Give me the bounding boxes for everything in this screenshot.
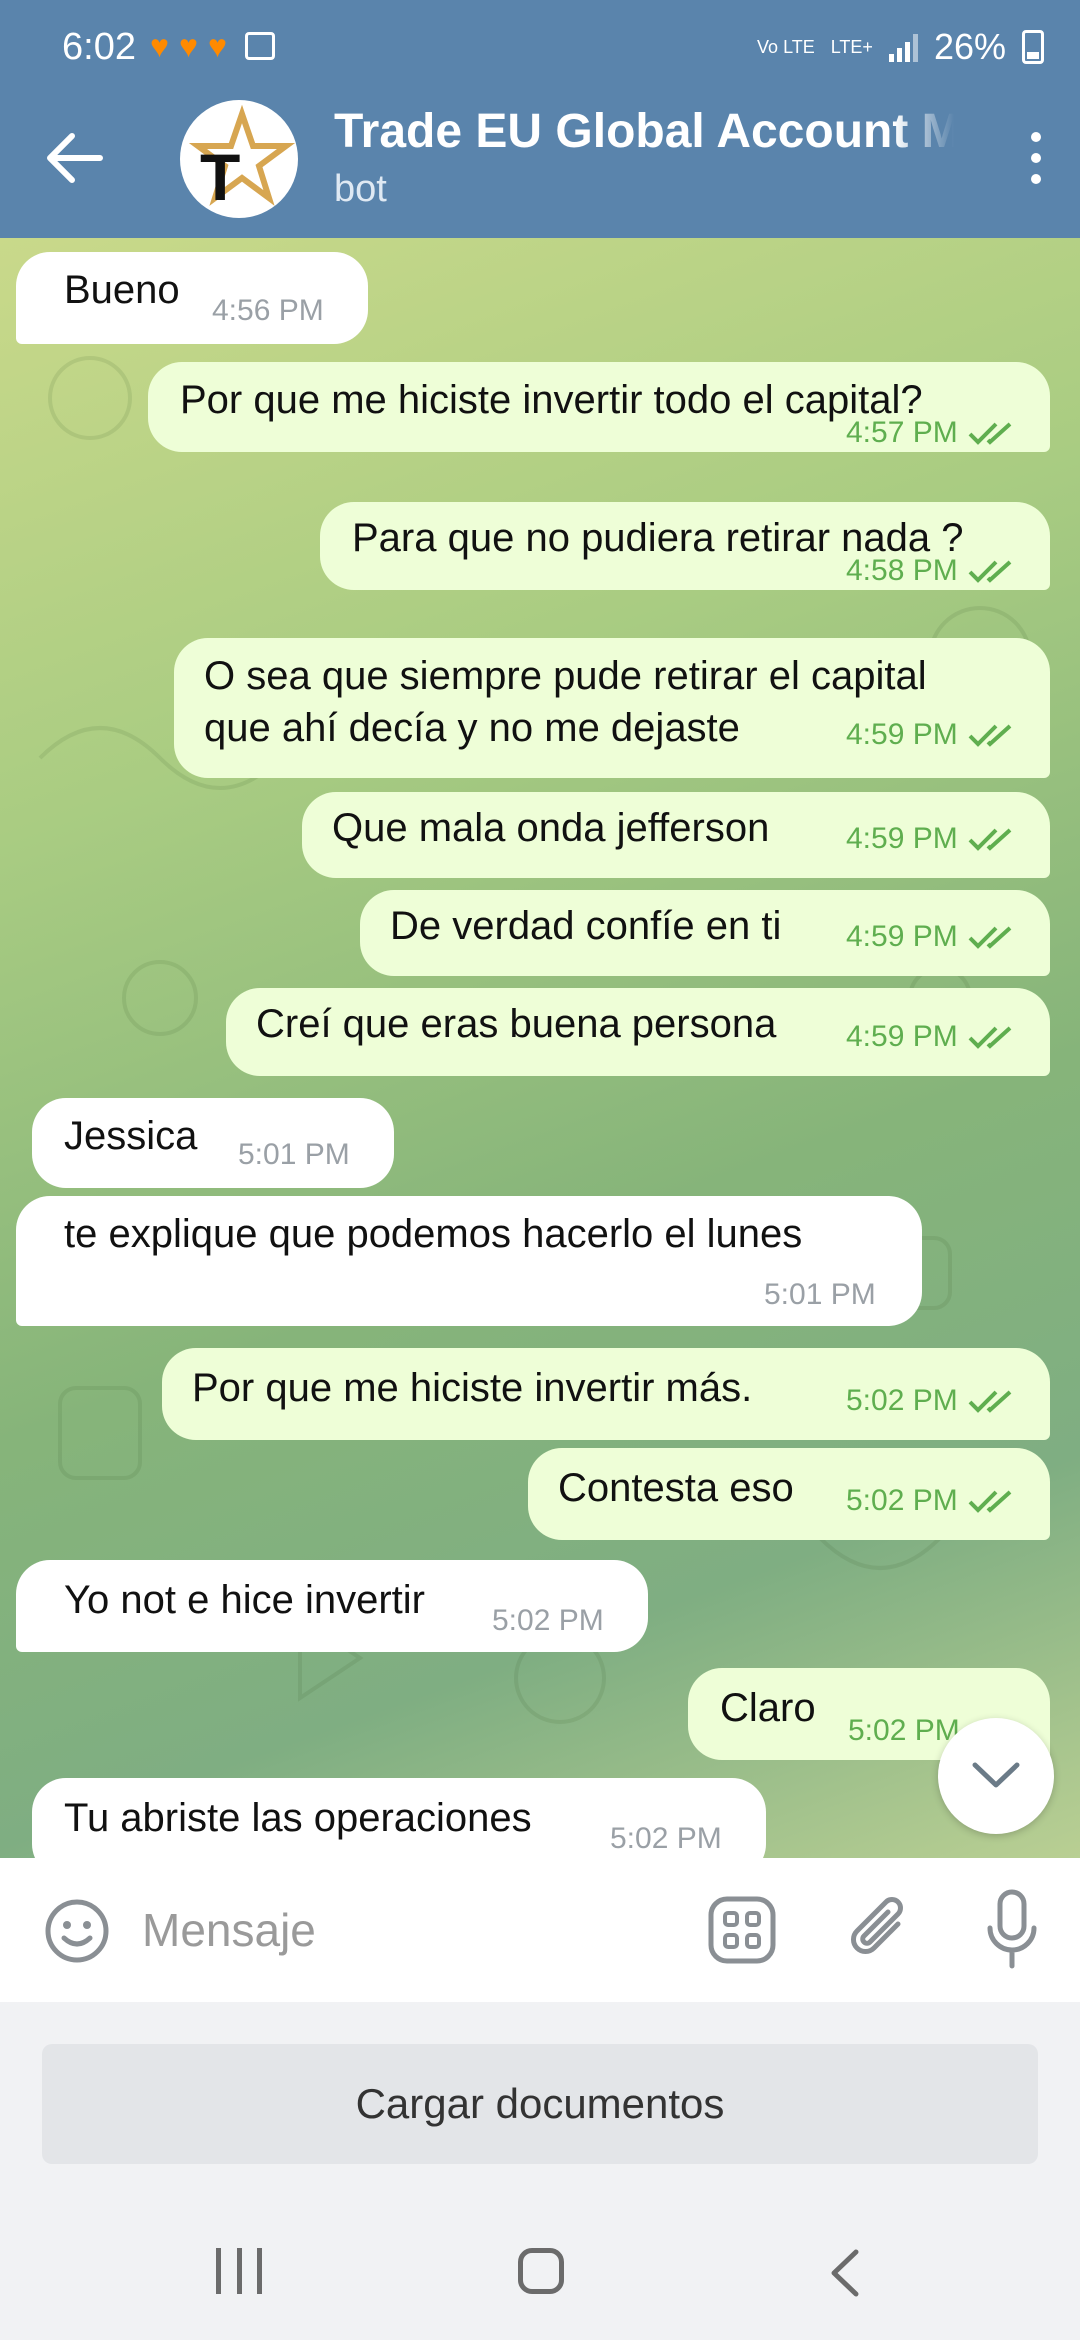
message-time: 5:01 PM [238, 1138, 350, 1171]
message-text: Por que me hiciste invertir todo el capi… [180, 378, 923, 422]
home-icon[interactable] [518, 2248, 564, 2294]
double-check-icon [968, 1490, 1012, 1513]
double-check-icon [968, 560, 1012, 583]
message-outgoing[interactable]: Creí que eras buena persona 4:59 PM [226, 988, 1050, 1076]
message-time: 4:58 PM [846, 554, 958, 587]
image-notification-icon [245, 32, 275, 60]
message-time: 4:56 PM [212, 294, 324, 327]
message-incoming[interactable]: Bueno 4:56 PM [16, 252, 368, 344]
message-outgoing[interactable]: Para que no pudiera retirar nada ? 4:58 … [320, 502, 1050, 590]
recent-apps-icon[interactable] [216, 2248, 262, 2294]
message-time: 5:02 PM [848, 1714, 960, 1747]
bot-keyboard: Cargar documentos [0, 2002, 1080, 2206]
double-check-icon [968, 1390, 1012, 1413]
message-text: Por que me hiciste invertir más. [192, 1366, 753, 1410]
message-outgoing[interactable]: O sea que siempre pude retirar el capita… [174, 638, 1050, 778]
message-text: Tu abriste las operaciones [64, 1796, 532, 1840]
bot-avatar[interactable]: T [180, 100, 298, 218]
message-time: 4:57 PM [846, 416, 958, 449]
svg-text:T: T [200, 140, 240, 214]
battery-icon [1022, 30, 1044, 64]
microphone-icon[interactable] [984, 1888, 1040, 1972]
message-text: De verdad confíe en ti [390, 904, 782, 948]
attach-icon[interactable] [846, 1894, 916, 1966]
message-time: 5:02 PM [846, 1384, 958, 1417]
message-time: 5:01 PM [764, 1278, 876, 1311]
upload-documents-button[interactable]: Cargar documentos [42, 2044, 1038, 2164]
message-composer [0, 1858, 1080, 2002]
message-time: 5:02 PM [846, 1484, 958, 1517]
message-meta: 4:59 PM [846, 718, 1018, 752]
chat-subtitle: bot [334, 168, 387, 210]
message-text-line2: que ahí decía y no me dejaste [204, 706, 740, 750]
message-meta: 5:02 PM [846, 1384, 1018, 1418]
message-text: Creí que eras buena persona [256, 1002, 777, 1046]
notification-heart-icon: ♥ [179, 28, 198, 64]
message-outgoing[interactable]: Por que me hiciste invertir más. 5:02 PM [162, 1348, 1050, 1440]
message-text: te explique que podemos hacerlo el lunes [64, 1212, 803, 1256]
double-check-icon [968, 724, 1012, 747]
chat-area[interactable]: Bueno 4:56 PM Por que me hiciste inverti… [0, 238, 1080, 1858]
message-meta: 4:59 PM [846, 822, 1018, 856]
status-bar: 6:02 ♥ ♥ ♥ Vo LTE LTE+ 26% [0, 0, 1080, 96]
message-text: Bueno [64, 268, 180, 312]
message-outgoing[interactable]: Que mala onda jefferson 4:59 PM [302, 792, 1050, 878]
message-meta: 4:59 PM [846, 920, 1018, 954]
message-text: Jessica [64, 1114, 198, 1158]
notification-heart-icon: ♥ [208, 28, 227, 64]
app-header: 6:02 ♥ ♥ ♥ Vo LTE LTE+ 26% T Trade EU Gl… [0, 0, 1080, 238]
system-navigation-bar [0, 2206, 1080, 2340]
status-time: 6:02 [62, 26, 136, 68]
chevron-down-icon [972, 1762, 1020, 1788]
double-check-icon [968, 926, 1012, 949]
volte-label: Vo LTE [757, 37, 815, 57]
message-input[interactable] [142, 1888, 662, 1972]
message-incoming[interactable]: Jessica 5:01 PM [32, 1098, 394, 1188]
message-outgoing[interactable]: Contesta eso 5:02 PM [528, 1448, 1050, 1540]
trade-logo-icon: T [188, 104, 296, 214]
message-text: Contesta eso [558, 1466, 794, 1510]
double-check-icon [968, 422, 1012, 445]
message-time: 5:02 PM [610, 1822, 722, 1855]
signal-icon [888, 32, 918, 62]
nav-back-icon[interactable] [826, 2248, 862, 2298]
back-arrow-icon[interactable] [44, 132, 104, 184]
message-text: Que mala onda jefferson [332, 806, 770, 850]
more-options-icon[interactable] [1022, 132, 1050, 184]
message-time: 4:59 PM [846, 1020, 958, 1053]
message-time: 4:59 PM [846, 822, 958, 855]
battery-percent: 26% [933, 26, 1006, 67]
message-time: 4:59 PM [846, 920, 958, 953]
status-right: Vo LTE LTE+ 26% [757, 26, 1044, 68]
message-incoming[interactable]: Yo not e hice invertir 5:02 PM [16, 1560, 648, 1652]
double-check-icon [968, 1026, 1012, 1049]
emoji-icon[interactable] [44, 1898, 110, 1964]
message-meta: 4:58 PM [846, 554, 1018, 588]
message-incoming[interactable]: Tu abriste las operaciones 5:02 PM [32, 1778, 766, 1858]
message-text: O sea que siempre pude retirar el capita… [204, 654, 927, 698]
lte-label: LTE+ [830, 37, 873, 57]
message-meta: 5:02 PM [846, 1484, 1018, 1518]
message-meta: 4:57 PM [846, 416, 1018, 450]
double-check-icon [968, 828, 1012, 851]
message-time: 4:59 PM [846, 718, 958, 751]
scroll-down-button[interactable] [938, 1718, 1054, 1834]
message-text: Yo not e hice invertir [64, 1578, 425, 1622]
chat-title[interactable]: Trade EU Global Account M [334, 104, 954, 159]
bot-menu-icon[interactable] [708, 1896, 776, 1964]
message-text: Claro [720, 1686, 816, 1730]
notification-heart-icon: ♥ [150, 28, 169, 64]
message-meta: 4:59 PM [846, 1020, 1018, 1054]
message-incoming[interactable]: te explique que podemos hacerlo el lunes… [16, 1196, 922, 1326]
message-time: 5:02 PM [492, 1604, 604, 1637]
message-outgoing[interactable]: Por que me hiciste invertir todo el capi… [148, 362, 1050, 452]
notification-icons: ♥ ♥ ♥ [150, 30, 275, 62]
message-outgoing[interactable]: De verdad confíe en ti 4:59 PM [360, 890, 1050, 976]
message-meta: 5:02 PM [848, 1714, 960, 1748]
